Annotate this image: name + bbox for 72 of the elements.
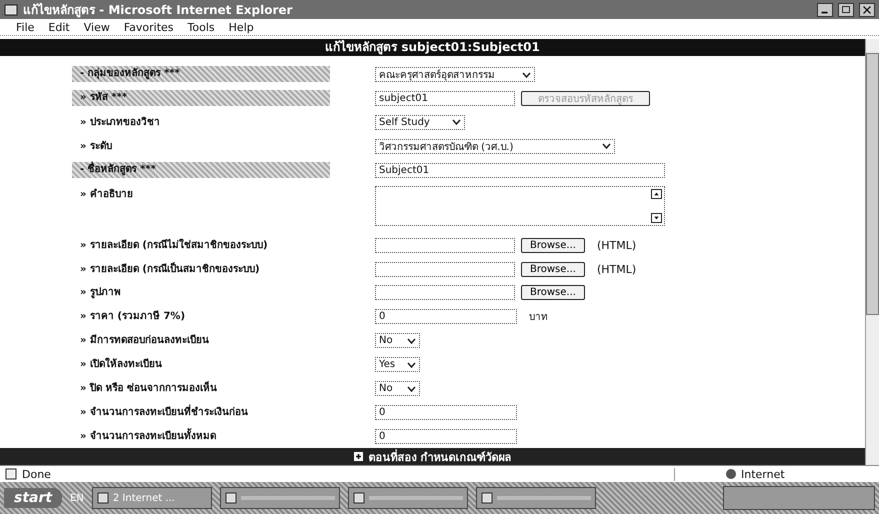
dropdown[interactable]: No xyxy=(375,381,420,396)
dropdown-caret-icon xyxy=(452,119,461,126)
file-field[interactable] xyxy=(375,262,515,276)
field-label: » ราคา (รวมภาษี 7%) xyxy=(79,309,186,324)
file-field[interactable] xyxy=(375,238,515,253)
format-note: (HTML) xyxy=(596,238,636,252)
window-icon xyxy=(96,492,109,504)
taskbar-button[interactable] xyxy=(476,487,596,509)
input-field[interactable]: Subject01 xyxy=(375,162,665,178)
dropdown[interactable]: คณะครุศาสตร์อุตสาหกรรม xyxy=(375,67,535,82)
menu-item[interactable]: Help xyxy=(228,20,254,34)
dropdown-caret-icon xyxy=(407,362,416,368)
globe-icon xyxy=(725,468,737,480)
start-button[interactable]: start xyxy=(4,488,62,508)
input-field[interactable]: subject01 xyxy=(375,90,515,106)
field-label: » รายละเอียด (กรณีไม่ใช่สมาชิกของระบบ) xyxy=(79,238,269,253)
browse-button[interactable]: Browse... xyxy=(521,238,585,253)
taskbar-button[interactable] xyxy=(220,487,340,509)
menu-item[interactable]: Tools xyxy=(188,20,215,34)
field-label: » รูปภาพ xyxy=(79,286,122,300)
maximize-icon[interactable] xyxy=(838,2,854,16)
section-heading: - ชื่อหลักสูตร *** xyxy=(72,162,330,178)
field-label: » ระดับ xyxy=(79,140,113,154)
zone-label: Internet xyxy=(741,468,785,480)
browse-button[interactable]: Browse... xyxy=(521,262,585,276)
menu-item[interactable]: Edit xyxy=(48,20,70,34)
field-label: » ประเภทของวิชา xyxy=(79,116,161,130)
menu-item[interactable]: File xyxy=(16,20,34,34)
taskbar-button[interactable] xyxy=(348,487,468,509)
field-label: » คำอธิบาย xyxy=(79,188,134,202)
section-bar[interactable]: ตอนที่สอง กำหนดเกณฑ์วัดผล xyxy=(0,448,865,465)
dropdown[interactable]: Self Study xyxy=(375,114,465,130)
text-area[interactable] xyxy=(375,186,665,226)
menu-item[interactable]: Favorites xyxy=(124,20,174,34)
menu-item[interactable]: View xyxy=(84,20,110,34)
dropdown[interactable]: Yes xyxy=(375,357,420,372)
window-icon xyxy=(480,492,493,504)
field-label: » ปิด หรือ ซ่อนจากการมองเห็น xyxy=(79,380,218,396)
language-indicator[interactable]: EN xyxy=(70,492,84,504)
page-header: แก้ไขหลักสูตร subject01:Subject01 xyxy=(0,39,865,56)
field-label: » มีการทดสอบก่อนลงทะเบียน xyxy=(79,333,210,348)
dropdown-caret-icon xyxy=(522,72,531,78)
field-label: » เปิดให้ลงทะเบียน xyxy=(79,356,163,372)
input-field[interactable]: 0 xyxy=(375,405,517,420)
dropdown[interactable]: No xyxy=(375,333,420,348)
dropdown-caret-icon xyxy=(602,143,611,150)
section-heading: » รหัส *** xyxy=(72,90,330,106)
window-icon xyxy=(224,492,237,504)
window-title: แก้ไขหลักสูตร - Microsoft Internet Explorer xyxy=(23,2,294,19)
minimize-icon[interactable] xyxy=(817,2,833,16)
close-icon[interactable] xyxy=(859,2,875,16)
input-field[interactable]: 0 xyxy=(375,309,517,324)
window-icon xyxy=(352,492,365,504)
unit-label: บาท xyxy=(529,311,548,324)
field-label: » รายละเอียด (กรณีเป็นสมาชิกของระบบ) xyxy=(79,261,261,276)
section-heading: - กลุ่มของหลักสูตร *** xyxy=(72,66,330,82)
scroll-down-icon[interactable] xyxy=(651,212,662,223)
dropdown[interactable]: วิศวกรรมศาสตรบัณฑิต (วศ.บ.) xyxy=(375,138,615,154)
browse-button[interactable]: Browse... xyxy=(521,285,585,300)
browser-icon xyxy=(4,2,18,16)
scrollbar[interactable] xyxy=(865,39,879,465)
file-field[interactable] xyxy=(375,285,515,300)
expand-icon xyxy=(354,452,363,461)
field-label: » จำนวนการลงทะเบียนทั้งหมด xyxy=(72,428,330,448)
format-note: (HTML) xyxy=(596,262,636,276)
dropdown-caret-icon xyxy=(407,338,416,344)
page-icon xyxy=(4,468,18,480)
scroll-up-icon[interactable] xyxy=(651,188,662,199)
field-label: » จำนวนการลงทะเบียนที่ชำระเงินก่อน xyxy=(72,404,330,424)
dropdown-caret-icon xyxy=(407,386,416,392)
status-text: Done xyxy=(22,468,52,480)
input-field[interactable]: 0 xyxy=(375,429,517,444)
